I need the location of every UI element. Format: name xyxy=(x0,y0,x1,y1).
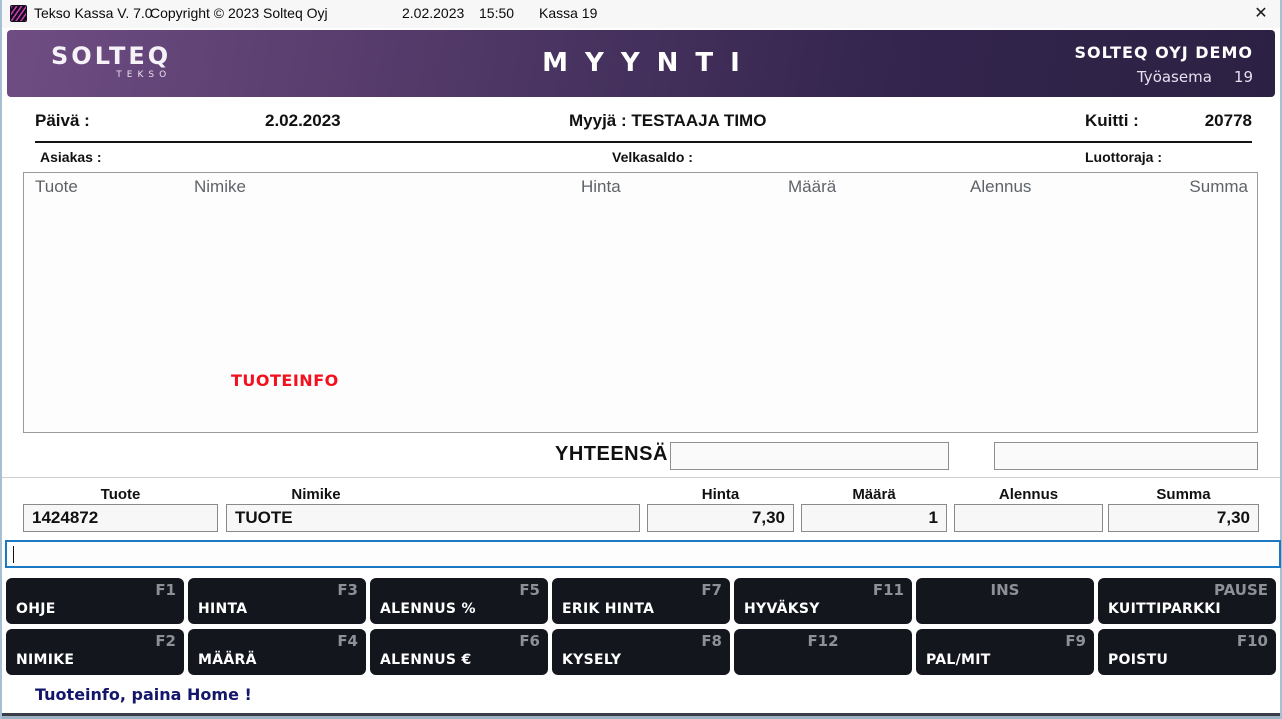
column-header-tuote: Tuote xyxy=(35,177,78,197)
seller-value: TESTAAJA TIMO xyxy=(631,111,766,130)
product-code-field[interactable]: 1424872 xyxy=(23,504,218,532)
logo-secondary-text: TEKSO xyxy=(51,70,171,80)
function-key-row-1: OHJE F1 HINTA F3 ALENNUS % F5 ERIK HINTA… xyxy=(6,578,1276,624)
total-secondary-field xyxy=(994,442,1258,470)
text-cursor xyxy=(13,546,14,563)
app-title: Tekso Kassa V. 7.0 xyxy=(34,5,153,21)
close-icon[interactable]: ✕ xyxy=(1250,3,1272,25)
titlebar-date: 2.02.2023 xyxy=(402,5,464,21)
credit-limit-label: Luottoraja : xyxy=(1085,149,1162,165)
kysely-button[interactable]: KYSELY F8 xyxy=(552,629,730,675)
status-message: Tuoteinfo, paina Home ! xyxy=(35,685,252,704)
receipt-info: Kuitti : 20778 xyxy=(1085,111,1252,131)
seller-label: Myyjä : xyxy=(569,111,627,130)
receipt-info-row: Päivä : 2.02.2023 Myyjä : TESTAAJA TIMO … xyxy=(2,111,1280,135)
titlebar-time: 15:50 xyxy=(479,5,514,21)
company-name: SOLTEQ OYJ DEMO xyxy=(1074,43,1253,62)
receipt-label: Kuitti : xyxy=(1085,111,1139,131)
column-header-summa: Summa xyxy=(1189,177,1248,197)
column-header-alennus: Alennus xyxy=(970,177,1031,197)
ins-button[interactable]: INS xyxy=(916,578,1094,624)
column-header-nimike: Nimike xyxy=(194,177,246,197)
entry-label-tuote: Tuote xyxy=(23,486,218,503)
copyright-text: Copyright © 2023 Solteq Oyj xyxy=(150,5,328,21)
erik-hinta-button[interactable]: ERIK HINTA F7 xyxy=(552,578,730,624)
column-header-maara: Määrä xyxy=(788,177,836,197)
seller-info: Myyjä : TESTAAJA TIMO xyxy=(569,111,766,131)
workstation-label: Työasema xyxy=(1137,68,1212,86)
entry-label-alennus: Alennus xyxy=(954,486,1103,503)
quantity-field[interactable]: 1 xyxy=(801,504,947,532)
nimike-button[interactable]: NIMIKE F2 xyxy=(6,629,184,675)
price-field[interactable]: 7,30 xyxy=(647,504,794,532)
entry-label-nimike: Nimike xyxy=(226,486,406,503)
hyvaksy-button[interactable]: HYVÄKSY F11 xyxy=(734,578,912,624)
receipt-number: 20778 xyxy=(1205,111,1252,131)
maara-button[interactable]: MÄÄRÄ F4 xyxy=(188,629,366,675)
divider-line xyxy=(35,141,1252,143)
solteq-logo: SOLTEQ TEKSO xyxy=(51,43,171,80)
register-number: Kassa 19 xyxy=(539,5,597,21)
total-label: YHTEENSÄ xyxy=(555,443,668,466)
function-key-row-2: NIMIKE F2 MÄÄRÄ F4 ALENNUS € F6 KYSELY F… xyxy=(6,629,1276,675)
entry-label-hinta: Hinta xyxy=(647,486,794,503)
date-label: Päivä : xyxy=(35,111,90,131)
entry-label-summa: Summa xyxy=(1108,486,1259,503)
poistu-button[interactable]: POISTU F10 xyxy=(1098,629,1276,675)
pal-mit-button[interactable]: PAL/MIT F9 xyxy=(916,629,1094,675)
customer-info-row: Asiakas : Velkasaldo : Luottoraja : xyxy=(2,149,1280,166)
total-amount-field xyxy=(670,442,949,470)
alennus-percent-button[interactable]: ALENNUS % F5 xyxy=(370,578,548,624)
kuittiparkki-button[interactable]: KUITTIPARKKI PAUSE xyxy=(1098,578,1276,624)
customer-label: Asiakas : xyxy=(40,149,101,165)
product-name-field[interactable]: TUOTE xyxy=(226,504,640,532)
discount-field[interactable] xyxy=(954,504,1103,532)
product-info-alert: TUOTEINFO xyxy=(231,371,339,390)
logo-primary-text: SOLTEQ xyxy=(51,43,171,69)
app-logo-icon xyxy=(10,5,27,22)
sale-lines-table: Tuote Nimike Hinta Määrä Alennus Summa T… xyxy=(23,172,1258,433)
status-bar: Tuoteinfo, paina Home ! xyxy=(5,679,1277,712)
entry-label-maara: Määrä xyxy=(801,486,947,503)
alennus-euro-button[interactable]: ALENNUS € F6 xyxy=(370,629,548,675)
f12-button[interactable]: F12 xyxy=(734,629,912,675)
section-divider xyxy=(2,477,1280,478)
line-total-field[interactable]: 7,30 xyxy=(1108,504,1259,532)
hinta-button[interactable]: HINTA F3 xyxy=(188,578,366,624)
workstation-value: 19 xyxy=(1234,68,1253,86)
window-titlebar[interactable]: Tekso Kassa V. 7.0 Copyright © 2023 Solt… xyxy=(2,0,1280,28)
debt-balance-label: Velkasaldo : xyxy=(612,149,693,165)
column-header-hinta: Hinta xyxy=(581,177,621,197)
ohje-button[interactable]: OHJE F1 xyxy=(6,578,184,624)
app-header: SOLTEQ TEKSO MYYNTI SOLTEQ OYJ DEMO Työa… xyxy=(7,30,1275,97)
workstation-info: Työasema 19 xyxy=(1074,68,1253,86)
page-title: MYYNTI xyxy=(525,48,757,78)
command-input[interactable] xyxy=(5,540,1281,568)
date-value: 2.02.2023 xyxy=(265,111,341,131)
